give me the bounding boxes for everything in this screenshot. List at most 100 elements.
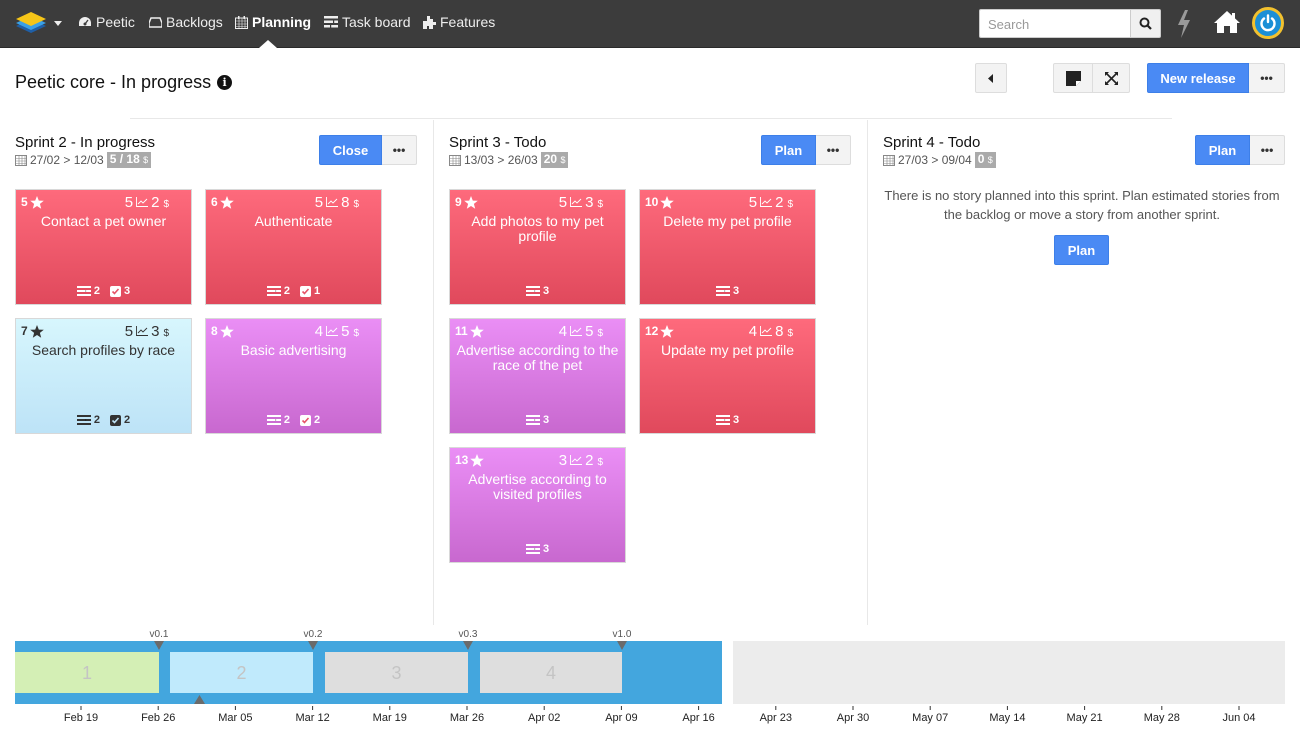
app-logo-icon[interactable] [14,10,48,36]
search-input[interactable]: Search [979,9,1131,38]
story-stats: 5 8 $ [315,194,359,211]
sprint-more-button[interactable]: ••• [816,135,851,165]
story-id-value: 6 [211,195,218,209]
story-effort: 5 [558,194,568,211]
story-title: Basic advertising [240,342,347,358]
sprint-more-button[interactable]: ••• [1250,135,1285,165]
previous-release-button[interactable] [975,63,1007,93]
story-title: Delete my pet profile [663,213,792,229]
tasks-count: 3 [525,414,550,426]
story-stats: 3 2 $ [559,452,603,469]
nav-item-features[interactable]: Features [423,14,495,30]
story-card[interactable]: 6 5 8 $ Authenticate 2 1 [205,189,382,305]
story-stats: 4 5 $ [315,323,359,340]
top-navbar: Peetic Backlogs Planning Task board Feat… [0,0,1300,48]
close-sprint-button[interactable]: Close [319,135,382,165]
tasks-count: 3 [525,285,549,297]
acceptance-count-value: 2 [314,414,321,426]
tasks-count: 3 [525,543,549,555]
tasks-count: 2 [266,414,290,426]
story-card[interactable]: 7 5 3 $ Search profiles by race 2 2 [15,318,192,434]
story-card[interactable]: 10 5 2 $ Delete my pet profile 3 [639,189,816,305]
acceptance-test-icon [300,414,311,426]
story-value: 2 [585,452,594,469]
story-id: 8 [211,324,234,338]
story-card[interactable]: 11 4 5 $ Advertise according to the race of … [449,318,626,434]
tasks-count-value: 3 [542,414,550,426]
version-label: v0.1 [150,629,169,640]
axis-tick-label: Feb 26 [141,712,175,724]
story-card[interactable]: 8 4 5 $ Basic advertising 2 2 [205,318,382,434]
page-title: Peetic core - In progress i [15,72,233,93]
velocity-chart-icon [570,326,583,336]
star-icon [463,195,478,209]
nav-item-task-board[interactable]: Task board [324,14,410,30]
nav-label: Features [440,14,496,30]
release-timeline[interactable]: 1 2 3 4 v0.1 v0.2 v0.3 v1.0 Feb 19 Feb 26 Mar 05 Ma… [0,620,1300,738]
story-value: 2 [775,194,784,211]
story-value: 5 [341,323,350,340]
story-value: 8 [775,323,784,340]
badge-value: 5 / 18 [109,152,140,166]
story-footer: 3 [450,543,625,555]
user-avatar[interactable] [1252,7,1284,39]
sprint-more-button[interactable]: ••• [382,135,417,165]
story-id: 6 [211,195,234,209]
project-menu-caret-icon[interactable] [54,21,62,26]
axis-tick-label: Feb 19 [64,712,98,724]
toggle-postits-button[interactable] [1053,63,1093,93]
axis-tick-label: May 28 [1144,712,1180,724]
expand-icon [1104,71,1118,85]
star-icon [29,324,44,338]
sprint-title: Sprint 3 - Todo [449,134,547,151]
badge-unit: $ [987,155,993,165]
release-more-button[interactable]: ••• [1249,63,1285,93]
story-card[interactable]: 5 5 2 $ Contact a pet owner 2 3 [15,189,192,305]
story-footer: 22 [206,414,381,426]
story-stats: 5 2 $ [749,194,793,211]
story-effort: 4 [314,323,324,340]
sprint-dates: 27/02 > 12/03 5 / 18 $ [15,152,152,168]
more-icon: ••• [392,143,406,157]
badge-value: 20 [543,152,558,166]
story-id-value: 7 [21,324,28,338]
story-effort: 5 [124,323,134,340]
info-icon[interactable]: i [217,75,233,90]
new-release-button[interactable]: New release [1147,63,1249,93]
currency-icon: $ [597,199,603,210]
tasks-count-value: 2 [93,414,100,426]
story-footer: 3 [640,285,815,297]
currency-icon: $ [787,199,793,210]
story-title: Update my pet profile [660,342,795,358]
lightning-icon[interactable] [1175,9,1193,39]
acceptance-test-icon [110,285,121,297]
story-id: 11 [455,324,484,338]
search-button[interactable] [1131,9,1161,38]
story-card[interactable]: 9 5 3 $ Add photos to my pet profile 3 [449,189,626,305]
nav-item-backlogs[interactable]: Backlogs [149,14,223,30]
velocity-chart-icon [760,326,773,336]
plan-sprint-button[interactable]: Plan [761,135,816,165]
nav-item-peetic[interactable]: Peetic [78,14,135,30]
story-value: 3 [151,323,160,340]
star-icon [660,195,675,209]
home-icon[interactable] [1213,10,1241,34]
release-title: Peetic core - In progress [15,72,212,92]
plan-sprint-button[interactable]: Plan [1195,135,1250,165]
timeline-sprint-label: 4 [546,663,556,683]
velocity-chart-icon [136,197,149,207]
fullscreen-button[interactable] [1093,63,1130,93]
inbox-icon [149,17,162,28]
story-card[interactable]: 13 3 2 $ Advertise according to visited prof… [449,447,626,563]
plan-stories-button[interactable]: Plan [1054,235,1109,265]
story-footer: 22 [16,414,191,426]
story-card[interactable]: 12 4 8 $ Update my pet profile 3 [639,318,816,434]
star-icon [29,195,44,209]
nav-item-planning[interactable]: Planning [235,14,311,30]
active-nav-pointer [259,40,277,48]
badge-value: 0 [977,152,985,166]
axis-tick-label: May 14 [989,712,1025,724]
tasks-count: 3 [715,285,739,297]
star-icon [219,324,234,338]
star-icon [219,195,234,209]
